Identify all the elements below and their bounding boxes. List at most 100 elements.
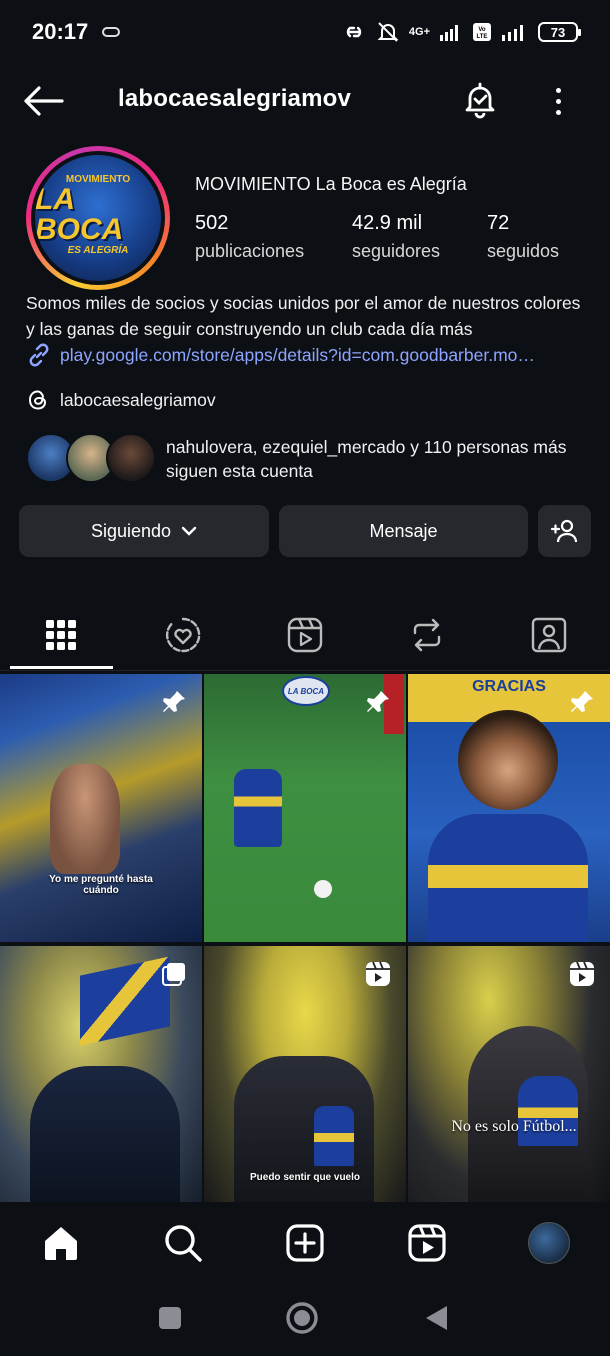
post-caption: Puedo sentir que vuelo (249, 1172, 361, 1183)
following-label: Siguiendo (90, 520, 172, 541)
avatar-logo: MOVIMIENTO LA BOCA ES ALEGRÍA (35, 155, 161, 281)
threads-icon (28, 390, 47, 410)
following-button[interactable]: Siguiendo (19, 505, 269, 557)
tab-tagged[interactable] (498, 610, 600, 660)
post-player (234, 769, 282, 847)
display-name: MOVIMIENTO La Boca es Alegría (195, 174, 467, 194)
post-figure (50, 764, 120, 874)
active-tab-indicator (10, 666, 113, 669)
stat-followers[interactable]: 42.9 mil seguidores (352, 212, 440, 262)
avatar-logo-sub-text: ES ALEGRÍA (67, 245, 129, 256)
system-nav (0, 1284, 610, 1356)
tab-liked[interactable] (132, 610, 234, 660)
post-thumbnail[interactable] (0, 946, 202, 1214)
home-icon (45, 1227, 77, 1260)
avatar-logo-main-text: LA BOCA (35, 183, 124, 246)
nav-profile[interactable] (526, 1220, 572, 1266)
svg-text:Vo: Vo (478, 27, 486, 33)
nav-search[interactable] (160, 1220, 206, 1266)
stat-following[interactable]: 72 seguidos (487, 212, 559, 262)
tab-grid[interactable] (10, 610, 112, 660)
repost-icon (413, 618, 441, 652)
stat-value: 42.9 mil (352, 212, 423, 234)
post-flag (80, 956, 170, 1046)
dot-icon (555, 109, 561, 115)
pin-icon (367, 691, 389, 712)
nav-create[interactable] (282, 1220, 328, 1266)
profile-header: labocaesalegriamov (0, 70, 610, 132)
posts-grid: Yo me pregunté hasta cuándo LA BOCA GRAC… (0, 674, 610, 1214)
recents-button[interactable] (152, 1300, 188, 1336)
post-overlay-logo: LA BOCA (282, 676, 330, 706)
svg-text:LTE: LTE (477, 34, 488, 40)
post-thumbnail[interactable]: GRACIAS (408, 674, 610, 942)
avatar-logo-top-text: MOVIMIENTO (65, 174, 131, 185)
heart-circle-icon (165, 617, 201, 653)
volte-icon: VoLTE (473, 23, 491, 41)
dot-icon (555, 98, 561, 104)
arrow-left-icon (24, 86, 64, 116)
post-portrait (458, 710, 558, 810)
threads-handle: labocaesalegriamov (60, 389, 216, 410)
more-options-button[interactable] (546, 82, 570, 120)
status-time: 20:17 (32, 19, 89, 44)
bio-link-text[interactable]: play.google.com/store/apps/details?id=co… (60, 345, 590, 366)
post-crowd (30, 1066, 180, 1214)
nav-reels[interactable] (404, 1220, 450, 1266)
back-button[interactable] (24, 82, 66, 120)
stat-label: seguidores (352, 241, 441, 261)
nav-home[interactable] (38, 1220, 84, 1266)
triangle-back-icon (426, 1306, 447, 1330)
battery-indicator: 73 (538, 22, 581, 42)
threads-badge[interactable]: labocaesalegriamov (26, 388, 216, 412)
stat-value: 502 (195, 212, 229, 234)
post-caption: No es solo Fútbol... (451, 1118, 577, 1135)
tab-reposts[interactable] (376, 610, 478, 660)
pin-icon (163, 691, 185, 712)
network-label: 4G+ (408, 26, 430, 38)
stat-label: seguidos (487, 241, 560, 261)
back-system-button[interactable] (418, 1300, 454, 1336)
profile-username: labocaesalegriamov (118, 85, 352, 112)
link-icon (29, 343, 49, 367)
profile-bio: Somos miles de socios y socias unidos po… (26, 293, 581, 339)
post-thumbnail[interactable]: Yo me pregunté hasta cuándo (0, 674, 202, 942)
square-icon (159, 1307, 181, 1329)
bell-check-icon (465, 82, 495, 119)
grid-icon (46, 620, 76, 650)
bottom-nav (0, 1202, 610, 1284)
link-status-icon (102, 27, 121, 37)
add-person-icon (550, 519, 577, 543)
message-button[interactable]: Mensaje (279, 505, 528, 557)
home-button[interactable] (284, 1300, 320, 1336)
stat-label: publicaciones (195, 241, 305, 261)
bio-link[interactable]: play.google.com/store/apps/details?id=co… (26, 342, 590, 368)
tab-reels[interactable] (254, 610, 356, 660)
stat-value: 72 (487, 212, 510, 234)
mutual-followers[interactable]: nahulovera, ezequiel_mercado y 110 perso… (26, 433, 586, 487)
signal-icon-2 (502, 25, 523, 41)
reel-icon (570, 961, 594, 986)
pin-icon (571, 691, 593, 712)
chevron-down-icon (181, 526, 197, 536)
post-jersey (314, 1106, 354, 1166)
notifications-button[interactable] (460, 80, 500, 120)
stat-posts[interactable]: 502 publicaciones (195, 212, 304, 262)
post-thumbnail[interactable]: LA BOCA (204, 674, 406, 942)
post-ball (314, 880, 332, 898)
dot-icon (555, 87, 561, 93)
reels-icon (408, 1224, 446, 1262)
post-thumbnail[interactable]: Puedo sentir que vuelo (204, 946, 406, 1214)
divider (0, 670, 610, 671)
reel-icon (366, 961, 390, 986)
mutual-avatar (106, 433, 156, 483)
mute-bell-icon (377, 22, 399, 42)
post-thumbnail[interactable]: No es solo Fútbol... (408, 946, 610, 1214)
hotspot-icon (346, 26, 362, 38)
carousel-icon (162, 963, 185, 986)
post-jersey (428, 814, 588, 942)
profile-tabs (0, 600, 610, 672)
profile-avatar[interactable]: MOVIMIENTO LA BOCA ES ALEGRÍA (26, 146, 170, 290)
suggest-people-button[interactable] (538, 505, 591, 557)
mutual-followers-text: nahulovera, ezequiel_mercado y 110 perso… (166, 437, 567, 481)
